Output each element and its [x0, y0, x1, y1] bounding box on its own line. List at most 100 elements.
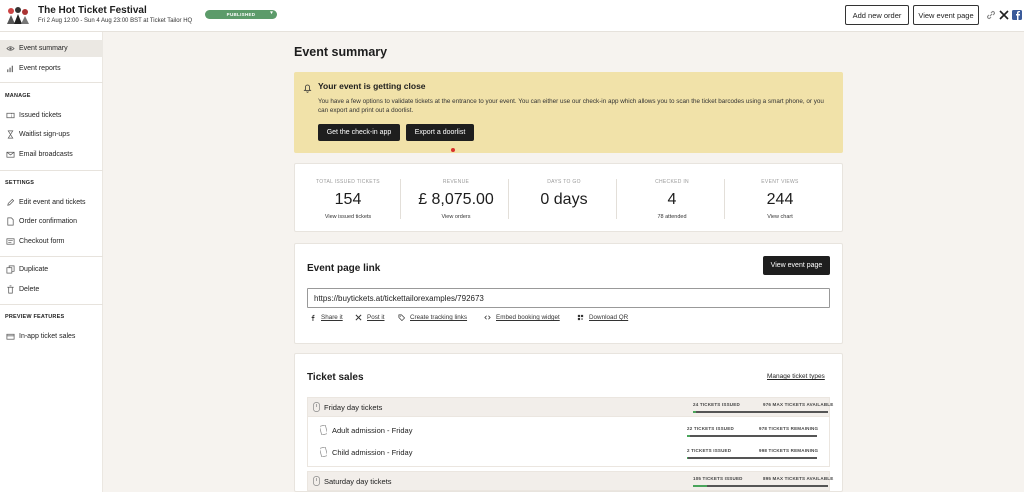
max-tickets-available: 895 MAX TICKETS AVAILABLE	[763, 476, 834, 481]
add-new-order-button[interactable]: Add new order	[845, 5, 909, 25]
status-badge-label: PUBLISHED	[226, 12, 256, 17]
stat-label: TOTAL ISSUED TICKETS	[316, 179, 380, 185]
ticket-group-name: Friday day tickets	[324, 403, 383, 412]
view-event-page-button-card[interactable]: View event page	[763, 256, 830, 275]
sidebar-item-order-confirmation[interactable]: Order confirmation	[0, 213, 103, 230]
get-checkin-app-button[interactable]: Get the check-in app	[318, 124, 400, 141]
sales-progress-bar	[687, 457, 817, 459]
drag-handle-icon[interactable]	[313, 402, 320, 412]
sidebar-item-duplicate[interactable]: Duplicate	[0, 261, 103, 278]
embed-booking-widget-link[interactable]: Embed booking widget	[484, 314, 560, 321]
document-icon	[7, 217, 14, 226]
stat-revenue: REVENUE £ 8,075.00 View orders	[403, 164, 509, 231]
stat-divider	[508, 179, 509, 219]
create-tracking-links-link[interactable]: Create tracking links	[398, 314, 467, 321]
share-it-link[interactable]: Share it	[309, 314, 343, 321]
sidebar-item-label: Order confirmation	[19, 218, 77, 225]
eye-icon	[6, 46, 15, 51]
manage-ticket-types-link[interactable]: Manage ticket types	[767, 373, 825, 380]
sidebar: Event summary Event reports MANAGE Issue…	[0, 32, 103, 492]
sidebar-item-event-reports[interactable]: Event reports	[0, 60, 103, 77]
copy-icon	[6, 265, 15, 274]
view-issued-tickets-link[interactable]: View issued tickets	[295, 214, 401, 220]
sales-progress-fill	[693, 485, 708, 487]
stat-value: 4	[667, 191, 677, 208]
ticket-type-row[interactable]: Child admission - Friday 2 TICKETS ISSUE…	[314, 443, 823, 463]
ticket-icon	[320, 425, 327, 435]
sidebar-item-checkout-form[interactable]: Checkout form	[0, 233, 103, 250]
tickets-issued-count: 22 TICKETS ISSUED	[687, 426, 734, 431]
link-icon[interactable]	[985, 9, 997, 21]
facebook-icon[interactable]	[1011, 9, 1023, 21]
x-twitter-icon	[355, 314, 362, 321]
sidebar-item-label: Email broadcasts	[19, 151, 73, 158]
embed-widget-label: Embed booking widget	[496, 314, 560, 321]
stat-value: 0 days	[540, 191, 588, 208]
tickets-remaining-count: 998 TICKETS REMAINING	[759, 448, 819, 453]
stat-divider	[724, 179, 725, 219]
bell-icon	[303, 84, 312, 93]
event-url-field[interactable]: https://buytickets.at/tickettailorexampl…	[307, 288, 830, 308]
stat-event-views: EVENT VIEWS 244 View chart	[727, 164, 833, 231]
view-event-page-button[interactable]: View event page	[913, 5, 979, 25]
tickets-remaining-count: 978 TICKETS REMAINING	[759, 426, 819, 431]
sidebar-item-label: Checkout form	[19, 238, 65, 245]
stat-divider	[400, 179, 401, 219]
stat-label: EVENT VIEWS	[761, 179, 799, 185]
view-orders-link[interactable]: View orders	[403, 214, 509, 220]
sidebar-item-in-app-sales[interactable]: In-app ticket sales	[0, 328, 103, 345]
event-logo	[5, 5, 31, 25]
ticket-type-list: Adult admission - Friday 22 TICKETS ISSU…	[307, 417, 830, 467]
sidebar-divider	[0, 304, 103, 305]
stat-checked-in: CHECKED IN 4 78 attended	[619, 164, 725, 231]
sidebar-item-label: Edit event and tickets	[19, 199, 86, 206]
sales-progress-bar	[693, 411, 828, 413]
share-it-label: Share it	[321, 314, 343, 321]
sidebar-heading-preview: PREVIEW FEATURES	[5, 314, 65, 320]
sidebar-item-label: Duplicate	[19, 266, 49, 273]
stat-divider	[616, 179, 617, 219]
carousel-indicator[interactable]	[451, 148, 455, 152]
alert-body: You have a few options to validate ticke…	[318, 98, 824, 114]
stat-value: 244	[766, 191, 794, 208]
sidebar-item-email-broadcasts[interactable]: Email broadcasts	[0, 146, 103, 163]
sidebar-item-label: Event summary	[19, 45, 68, 52]
ticket-type-row[interactable]: Adult admission - Friday 22 TICKETS ISSU…	[314, 421, 823, 441]
tickets-issued-count: 105 TICKETS ISSUED	[693, 476, 743, 481]
ticket-icon	[6, 112, 15, 119]
page-title: Event summary	[294, 45, 388, 59]
ticket-group-row[interactable]: Friday day tickets 24 TICKETS ISSUED 976…	[307, 397, 833, 417]
ticket-group-row[interactable]: Saturday day tickets 105 TICKETS ISSUED …	[307, 471, 834, 491]
drag-handle-icon[interactable]	[313, 476, 320, 486]
sidebar-item-event-summary[interactable]: Event summary	[0, 40, 103, 57]
stats-card: TOTAL ISSUED TICKETS 154 View issued tic…	[294, 163, 843, 232]
stat-label: DAYS TO GO	[547, 179, 581, 185]
sales-progress-bar	[693, 485, 828, 487]
download-qr-link[interactable]: Download QR	[577, 314, 628, 321]
post-it-link[interactable]: Post it	[355, 314, 385, 321]
stat-total-issued: TOTAL ISSUED TICKETS 154 View issued tic…	[295, 164, 401, 231]
status-badge[interactable]: PUBLISHED ▾	[205, 10, 277, 19]
tag-icon	[398, 314, 405, 321]
bar-chart-icon	[7, 65, 13, 73]
stat-value: £ 8,075.00	[418, 191, 494, 208]
sidebar-item-waitlist[interactable]: Waitlist sign-ups	[0, 126, 103, 143]
attended-count: 78 attended	[657, 214, 687, 220]
ticket-type-name: Child admission - Friday	[332, 448, 413, 457]
card-icon	[6, 333, 15, 340]
x-twitter-icon[interactable]	[998, 9, 1010, 21]
sidebar-divider	[0, 170, 103, 171]
event-link-card: Event page link View event page https://…	[294, 243, 843, 344]
event-datetime: Fri 2 Aug 12:00 - Sun 4 Aug 23:00 BST at…	[38, 18, 193, 24]
sidebar-item-edit-event[interactable]: Edit event and tickets	[0, 194, 103, 211]
sidebar-item-issued-tickets[interactable]: Issued tickets	[0, 107, 103, 124]
sidebar-item-delete[interactable]: Delete	[0, 281, 103, 298]
sales-progress-bar	[687, 435, 817, 437]
view-chart-link[interactable]: View chart	[727, 214, 833, 220]
event-title: The Hot Ticket Festival	[38, 5, 147, 16]
trash-icon	[7, 285, 14, 294]
sidebar-item-label: Delete	[19, 286, 40, 293]
chevron-down-icon: ▾	[270, 10, 273, 16]
sidebar-item-label: Waitlist sign-ups	[19, 131, 70, 138]
export-doorlist-button[interactable]: Export a doorlist	[406, 124, 474, 141]
